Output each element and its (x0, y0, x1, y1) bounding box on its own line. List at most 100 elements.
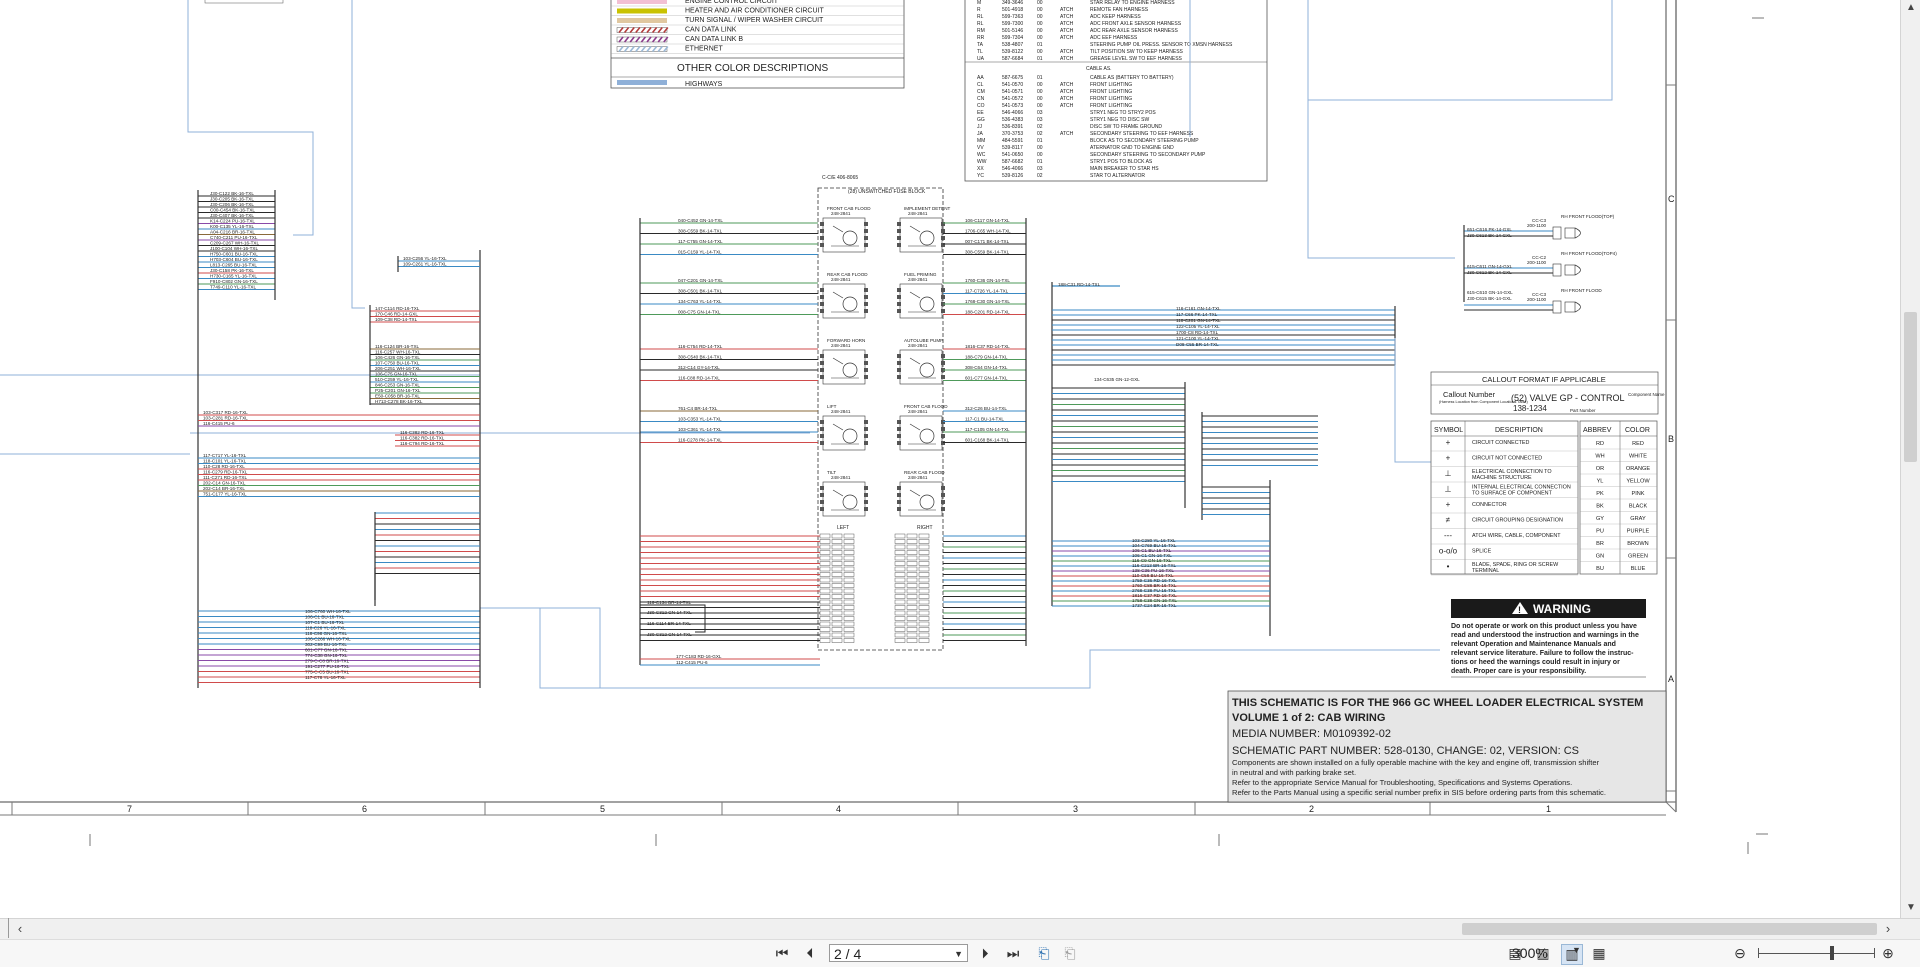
fuse (918, 621, 930, 627)
fuse (831, 638, 843, 643)
parts-number: 587-6682 (1002, 159, 1023, 165)
symbol-table: SYMBOL DESCRIPTION + CIRCUIT CONNECTED + CI… (1430, 420, 1579, 576)
copy-view-2-button[interactable]: ⎗ (1060, 944, 1080, 963)
fuse (819, 533, 831, 539)
symbol-glyph: + (1446, 500, 1451, 509)
page-number-select[interactable]: 2 / 4 ▼ (829, 944, 968, 962)
wire-label: 103-C361 YL-14-TXL (678, 427, 722, 432)
wire-label: 117-C78 YL-16-TXL (305, 675, 346, 680)
horizontal-scrollbar[interactable]: ‹ › (0, 918, 1920, 939)
two-page-continuous-button[interactable]: ▦ (1589, 944, 1609, 963)
symbol-description: CIRCUIT NOT CONNECTED (1472, 456, 1542, 462)
abbrev-code: YL (1597, 479, 1604, 485)
fuse (819, 632, 831, 638)
scroll-up-icon[interactable]: ▲ (1903, 0, 1919, 16)
parts-number: 536-8391 (1002, 124, 1023, 130)
wire-label: 206-C251 WH-16-TXL (375, 366, 421, 371)
wire-label: 111-C271 RD-16-TXL (203, 475, 247, 480)
parts-attach: ATCH (1060, 14, 1074, 20)
parts-group: 00 (1037, 14, 1043, 20)
scroll-left-icon[interactable]: ‹ (12, 921, 28, 937)
document-viewport[interactable]: C B A 7 6 5 4 3 2 1 ENGINE CONTROL CIRCU… (0, 0, 1920, 918)
splitter-handle[interactable] (0, 918, 9, 938)
svg-text:in neutral and with parking br: in neutral and with parking brake set. (1232, 768, 1356, 777)
copy-view-button[interactable]: ⎗ (1034, 944, 1054, 963)
symbol-glyph: ⊥ (1445, 485, 1452, 494)
relay-pin (864, 427, 868, 431)
fuse (843, 638, 855, 643)
parts-description: STRY1 NEG TO STRY2 POS (1090, 110, 1156, 116)
last-page-button[interactable]: ⏭ (1003, 944, 1023, 963)
parts-code: EE (977, 110, 984, 116)
wire-label: H750-C601 BU-16-TXL (210, 252, 258, 257)
parts-code: RL (977, 14, 984, 20)
fuse (906, 594, 918, 599)
fuse (843, 632, 855, 638)
relay-pin (941, 493, 945, 497)
parts-group: 00 (1037, 7, 1043, 13)
next-page-button[interactable]: ⏵ (975, 944, 995, 963)
relay-part-number: 248-2841 (831, 343, 851, 348)
relay-pin (897, 243, 901, 247)
parts-group: 00 (1037, 145, 1043, 151)
wire-label: 188-C79 GN-14-TXL (965, 355, 1008, 360)
other-colors-heading: OTHER COLOR DESCRIPTIONS (677, 63, 828, 74)
horizontal-scroll-thumb[interactable] (1462, 923, 1877, 935)
parts-code: CN (977, 96, 985, 102)
parts-group: 00 (1037, 35, 1043, 41)
wire-label: 117-C1 BU-14-TXL (965, 417, 1004, 422)
wire-label: 118-C26 YL-16-TXL (305, 626, 346, 631)
relay-pin (941, 375, 945, 379)
parts-code: VV (977, 145, 984, 151)
svg-text:138-1234: 138-1234 (1513, 404, 1547, 413)
wire-label: H730-C165 YL-16-TXL (210, 274, 257, 279)
scroll-down-icon[interactable]: ▼ (1903, 900, 1919, 916)
copy-view-icon: ⎗ (1038, 945, 1050, 961)
wire-label: 601-C77 GN-14-TXL (965, 376, 1008, 381)
prev-page-button[interactable]: ⏴ (800, 944, 820, 963)
sheet-border (0, 0, 1667, 803)
scroll-right-icon[interactable]: › (1880, 921, 1896, 937)
parts-code: TL (977, 49, 983, 55)
vertical-scroll-thumb[interactable] (1904, 312, 1917, 462)
fuse (819, 588, 831, 594)
fuse-left-label: LEFT (837, 525, 849, 531)
relay-pin (820, 368, 824, 372)
parts-code: XX (977, 166, 984, 172)
fuse (819, 561, 831, 566)
fuse (831, 550, 843, 555)
relay-part-number: 248-2841 (908, 475, 928, 480)
parts-number: 501-5146 (1002, 28, 1023, 34)
wire-label: 615-C611 GN-14-GXL (1467, 264, 1513, 269)
relay-pin (864, 434, 868, 438)
highways-swatch (617, 80, 667, 85)
wire-label: 116-C257 WH-16-TXL (375, 350, 421, 355)
parts-number: 546-4066 (1002, 110, 1023, 116)
svg-text:relevant Operation and Mainten: relevant Operation and Maintenance Manua… (1451, 641, 1616, 648)
relay-pin (897, 500, 901, 504)
zoom-slider[interactable] (1758, 953, 1874, 954)
vertical-scrollbar[interactable]: ▲ ▼ (1900, 0, 1920, 918)
parts-description: GREASE LEVEL SW TO EEF HARNESS (1090, 56, 1183, 62)
zoom-level[interactable]: 300% (1512, 944, 1572, 963)
wire-label: 1737-C24 BR-16-TXL (1132, 603, 1177, 608)
wire-label: 279-C-C8 BR-16-TXL (305, 659, 350, 664)
zoom-out-button[interactable]: ⊖ (1730, 944, 1750, 963)
last-page-icon: ⏭ (1006, 945, 1020, 961)
wire-label: 1700-C8 RD-14-TXL (1176, 330, 1219, 335)
symbol-description: CONNECTOR (1472, 502, 1507, 508)
zoom-in-button[interactable]: ⊕ (1878, 944, 1898, 963)
wire-label: 202-C14 GN-16-TXL (203, 481, 246, 486)
first-page-button[interactable]: ⏮ (772, 944, 792, 963)
relay-part-number: 248-2841 (831, 475, 851, 480)
zoom-slider-thumb[interactable] (1830, 946, 1834, 960)
relay-pin (820, 354, 824, 358)
wire-label: 116-C88 RD-14-TXL (678, 376, 720, 381)
relay-pin (897, 361, 901, 365)
zoom-dropdown-icon[interactable]: ▼ (1572, 945, 1581, 955)
relay-pin (941, 486, 945, 490)
fuse (894, 566, 906, 572)
grid-col-7: 7 (127, 804, 132, 814)
relay-pin (941, 288, 945, 292)
abbrev-color: BROWN (1627, 541, 1648, 547)
